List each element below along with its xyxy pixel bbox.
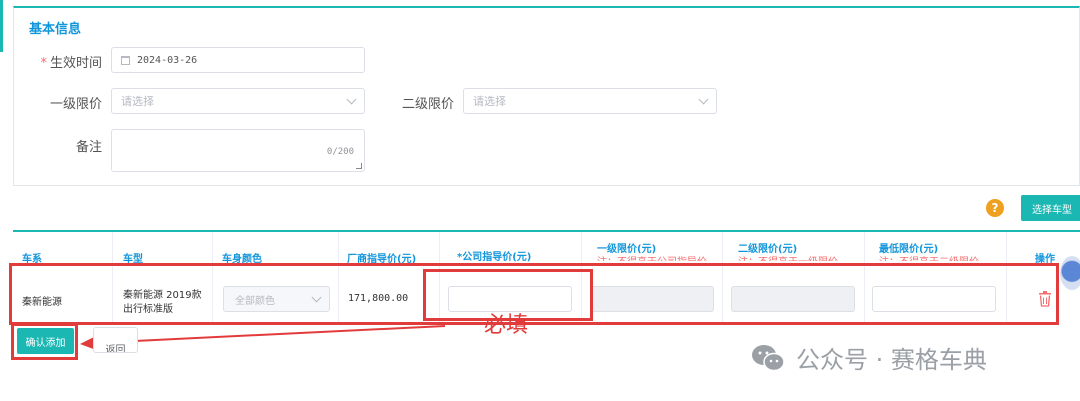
back-button[interactable]: 返回 <box>93 327 138 353</box>
watermark: 公众号 · 赛格车典 <box>750 340 987 375</box>
wechat-icon <box>752 344 785 371</box>
back-button-label: 返回 <box>105 345 126 352</box>
confirm-add-button[interactable]: 确认添加 <box>17 328 74 354</box>
watermark-text: 公众号 · 赛格车典 <box>796 346 987 374</box>
